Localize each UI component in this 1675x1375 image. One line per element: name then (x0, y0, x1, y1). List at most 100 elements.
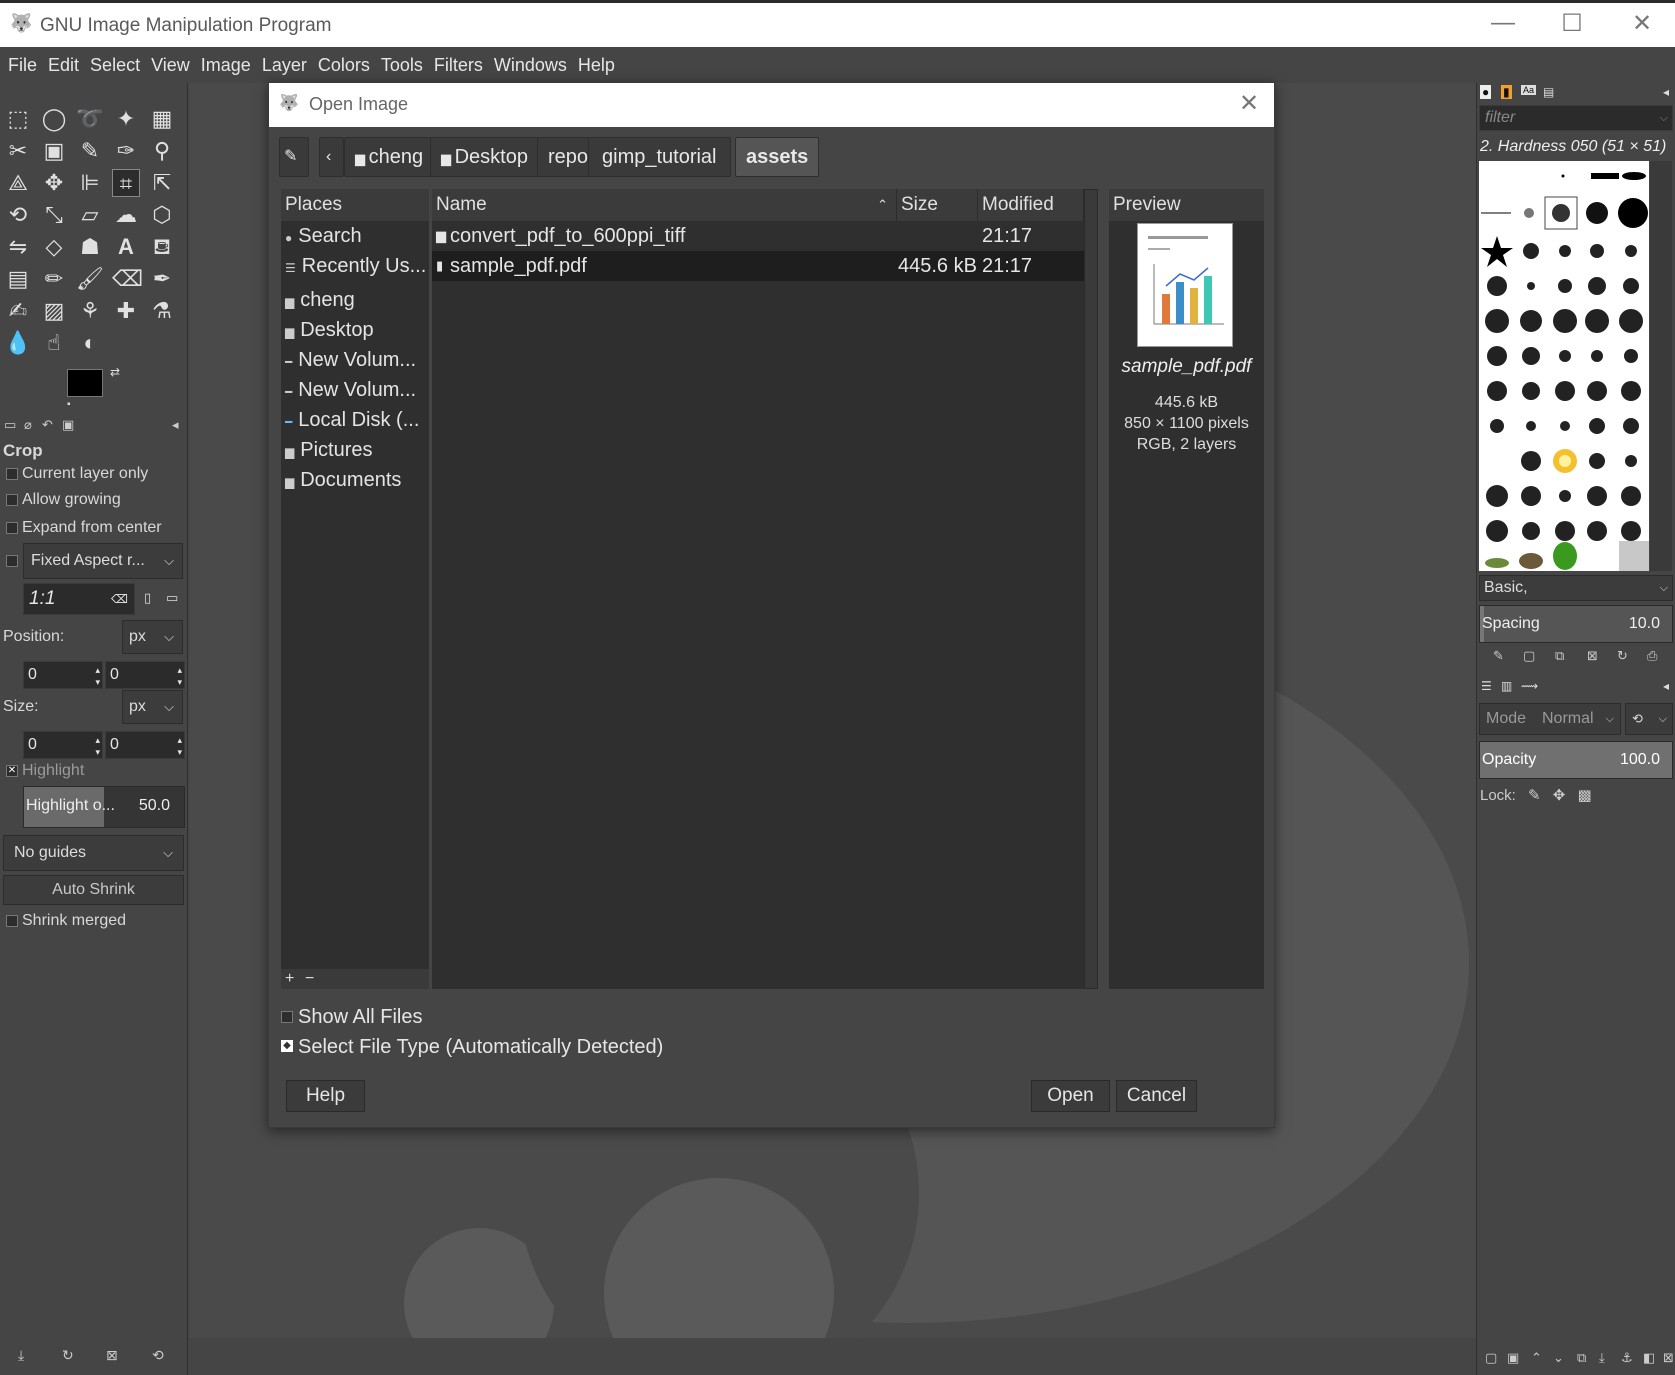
breadcrumb-gimp-tutorial[interactable]: gimp_tutorial (588, 137, 731, 177)
foreground-select-icon[interactable]: ▣ (40, 137, 68, 165)
select-file-type-expander[interactable]: Select File Type (Automatically Detected… (298, 1036, 663, 1059)
fonts-tab-icon[interactable]: Aa (1521, 85, 1537, 95)
spin-icon[interactable]: ▴ ▾ (177, 734, 182, 758)
layer-mask-icon[interactable]: ◧ (1643, 1350, 1655, 1366)
unified-transform-icon[interactable]: ⇱ (148, 169, 176, 197)
expand-from-center-checkbox[interactable] (6, 522, 18, 534)
position-unit-dropdown[interactable]: px ⌵ (122, 620, 183, 654)
scissors-icon[interactable]: ✂ (4, 137, 32, 165)
flip-icon[interactable]: ⇋ (4, 233, 32, 261)
position-y-input[interactable]: 0 ▴ ▾ (105, 661, 185, 689)
ellipse-select-icon[interactable]: ◯ (40, 105, 68, 133)
maximize-button[interactable]: ☐ (1552, 9, 1592, 38)
open-button[interactable]: Open (1031, 1080, 1110, 1112)
brush-filter-input[interactable]: filter ⌵ (1479, 105, 1673, 131)
place-recently-used[interactable]: ☰ Recently Us... (285, 255, 426, 278)
duplicate-brush-icon[interactable]: ⧉ (1555, 648, 1564, 664)
airbrush-icon[interactable]: ✒ (148, 265, 176, 293)
current-layer-only-checkbox[interactable] (6, 468, 18, 480)
paths-tab-icon[interactable]: ⟿ (1521, 679, 1538, 693)
lasso-icon[interactable]: ➰ (76, 105, 104, 133)
brush-grid[interactable] (1479, 161, 1649, 571)
add-place-icon[interactable]: + (285, 969, 294, 989)
size-unit-dropdown[interactable]: px ⌵ (122, 690, 183, 724)
spin-icon[interactable]: ▴ ▾ (95, 664, 100, 688)
show-all-files-checkbox[interactable] (281, 1011, 293, 1023)
scale-icon[interactable]: ⤡ (40, 201, 68, 229)
clear-icon[interactable]: ⌫ (111, 584, 128, 614)
brush-as-image-icon[interactable]: ⎙ (1647, 648, 1657, 664)
swap-colors-icon[interactable]: ⇄ (110, 365, 120, 379)
configure-tab-icon[interactable]: ◂ (172, 417, 179, 433)
allow-growing-checkbox[interactable] (6, 494, 18, 506)
brushes-tab-icon[interactable]: ● (1480, 85, 1492, 99)
configure-tab-icon[interactable]: ◂ (1663, 679, 1669, 693)
images-tab-icon[interactable]: ▣ (62, 417, 74, 433)
column-size-header[interactable]: Size (897, 189, 978, 221)
place-new-volume-2[interactable]: ━ New Volum... (285, 379, 416, 402)
perspective-clone-icon[interactable]: ⚗ (148, 297, 176, 325)
delete-layer-icon[interactable]: ⊠ (1663, 1350, 1674, 1366)
measure-icon[interactable]: ⟁ (4, 169, 32, 197)
remove-place-icon[interactable]: − (305, 969, 314, 989)
spin-icon[interactable]: ▴ ▾ (177, 664, 182, 688)
device-status-tab-icon[interactable]: ⌀ (24, 417, 32, 433)
shrink-merged-checkbox[interactable] (6, 915, 18, 927)
brush-tag-dropdown[interactable]: Basic, ⌵ (1479, 575, 1673, 601)
breadcrumb-back-button[interactable]: ‹ (319, 137, 344, 177)
bucket-fill-icon[interactable]: ⛾ (148, 233, 176, 261)
paintbrush-icon[interactable]: 🖌 (76, 265, 104, 293)
heal-icon[interactable]: ✚ (112, 297, 140, 325)
file-list-scrollbar[interactable] (1084, 189, 1098, 989)
cage-transform-icon[interactable]: ◇ (40, 233, 68, 261)
lock-position-icon[interactable]: ✥ (1553, 787, 1566, 804)
cancel-button[interactable]: Cancel (1116, 1080, 1197, 1112)
delete-brush-icon[interactable]: ⊠ (1587, 648, 1598, 664)
file-row[interactable]: ▆ convert_pdf_to_600ppi_tiff 21:17 (432, 221, 1084, 251)
layer-composite-dropdown[interactable]: ⟲ ⌵ (1625, 703, 1673, 735)
edit-brush-icon[interactable]: ✎ (1493, 648, 1504, 664)
text-tool-icon[interactable]: A (112, 233, 140, 261)
raise-layer-icon[interactable]: ⌃ (1531, 1350, 1542, 1366)
3d-transform-icon[interactable]: ⬡ (148, 201, 176, 229)
minimize-button[interactable]: — (1483, 9, 1523, 37)
menu-file[interactable]: File (4, 55, 44, 76)
fixed-aspect-dropdown[interactable]: Fixed Aspect r... ⌵ (23, 543, 183, 579)
rotate-icon[interactable]: ⟲ (4, 201, 32, 229)
menu-image[interactable]: Image (197, 55, 258, 76)
breadcrumb-cheng[interactable]: ▆ cheng (344, 137, 435, 177)
tool-options-tab-icon[interactable]: ▭ (4, 417, 16, 433)
default-colors-icon[interactable]: ▪ (67, 399, 71, 410)
menu-view[interactable]: View (147, 55, 197, 76)
guides-dropdown[interactable]: No guides ⌵ (3, 835, 184, 871)
ink-icon[interactable]: ✍ (4, 297, 32, 325)
type-location-button[interactable]: ✎ (279, 137, 309, 177)
spacing-slider[interactable]: Spacing 10.0 (1479, 605, 1673, 643)
menu-layer[interactable]: Layer (258, 55, 314, 76)
mypaint-brush-icon[interactable]: ▨ (40, 297, 68, 325)
refresh-brushes-icon[interactable]: ↻ (1617, 648, 1628, 664)
delete-options-icon[interactable]: ⊠ (106, 1347, 118, 1364)
dialog-close-icon[interactable]: ✕ (1239, 89, 1259, 118)
rect-select-icon[interactable]: ⬚ (4, 105, 32, 133)
menu-filters[interactable]: Filters (430, 55, 490, 76)
paths-icon[interactable]: ✎ (76, 137, 104, 165)
breadcrumb-desktop[interactable]: ▆ Desktop (430, 137, 539, 177)
duplicate-layer-icon[interactable]: ⧉ (1577, 1350, 1586, 1366)
blur-icon[interactable]: 💧 (4, 329, 32, 357)
new-layer-group-icon[interactable]: ▣ (1507, 1350, 1519, 1366)
clone-icon[interactable]: ⚘ (76, 297, 104, 325)
lock-alpha-icon[interactable]: ▩ (1578, 787, 1592, 804)
highlight-checkbox[interactable]: ✕ (6, 765, 18, 777)
highlight-opacity-slider[interactable]: Highlight o... 50.0 (23, 786, 185, 828)
fixed-aspect-checkbox[interactable] (6, 555, 18, 567)
size-y-input[interactable]: 0 ▴ ▾ (105, 731, 185, 759)
size-x-input[interactable]: 0 ▴ ▾ (23, 731, 103, 759)
pencil-icon[interactable]: ✏ (40, 265, 68, 293)
opacity-slider[interactable]: Opacity 100.0 (1479, 741, 1673, 779)
merge-layer-icon[interactable]: ⤓ (1599, 1350, 1605, 1366)
help-button[interactable]: Help (286, 1080, 365, 1112)
place-cheng[interactable]: ▆ cheng (285, 289, 355, 312)
align-icon[interactable]: ⊫ (76, 169, 104, 197)
place-pictures[interactable]: ▆ Pictures (285, 439, 372, 462)
